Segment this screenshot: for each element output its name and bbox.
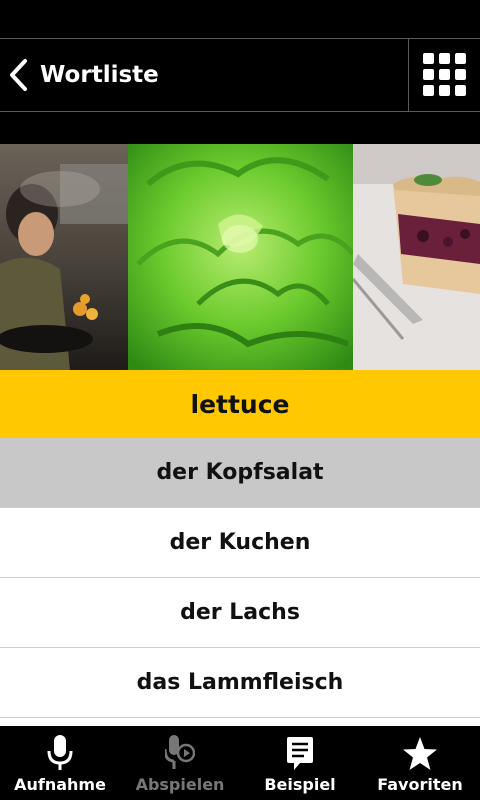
search-term: lettuce xyxy=(0,370,480,438)
tab-abspielen[interactable]: Abspielen xyxy=(120,726,240,800)
speech-bubble-icon xyxy=(287,737,313,770)
cake-photo xyxy=(353,144,480,370)
bottom-tab-bar: Aufnahme Abspielen Beispiel Favoriten xyxy=(0,726,480,800)
cooking-photo xyxy=(0,144,128,370)
spacer xyxy=(0,112,480,144)
tab-aufnahme[interactable]: Aufnahme xyxy=(0,726,120,800)
microphone-icon xyxy=(47,735,73,770)
lettuce-photo xyxy=(128,144,353,370)
menu-grid-button[interactable] xyxy=(408,39,480,111)
image-gallery[interactable] xyxy=(0,144,480,370)
back-label: Wortliste xyxy=(40,62,159,88)
tab-favoriten[interactable]: Favoriten xyxy=(360,726,480,800)
status-bar xyxy=(0,0,480,38)
tab-beispiel[interactable]: Beispiel xyxy=(240,726,360,800)
word-list: lettuce der Kopfsalat der Kuchen der Lac… xyxy=(0,370,480,738)
chevron-left-icon xyxy=(10,59,27,91)
header-bar: Wortliste xyxy=(0,38,480,112)
tab-label: Favoriten xyxy=(377,775,463,794)
tab-label: Aufnahme xyxy=(14,775,106,794)
star-icon xyxy=(403,737,437,770)
tab-label: Beispiel xyxy=(264,775,336,794)
play-recording-icon xyxy=(165,735,195,769)
list-item[interactable]: der Kuchen xyxy=(0,508,480,578)
grid-icon xyxy=(422,53,466,96)
list-item-selected[interactable]: der Kopfsalat xyxy=(0,438,480,508)
tab-label: Abspielen xyxy=(135,775,225,794)
list-item[interactable]: der Lachs xyxy=(0,578,480,648)
back-button[interactable]: Wortliste xyxy=(0,39,300,111)
list-item[interactable]: das Lammfleisch xyxy=(0,648,480,718)
